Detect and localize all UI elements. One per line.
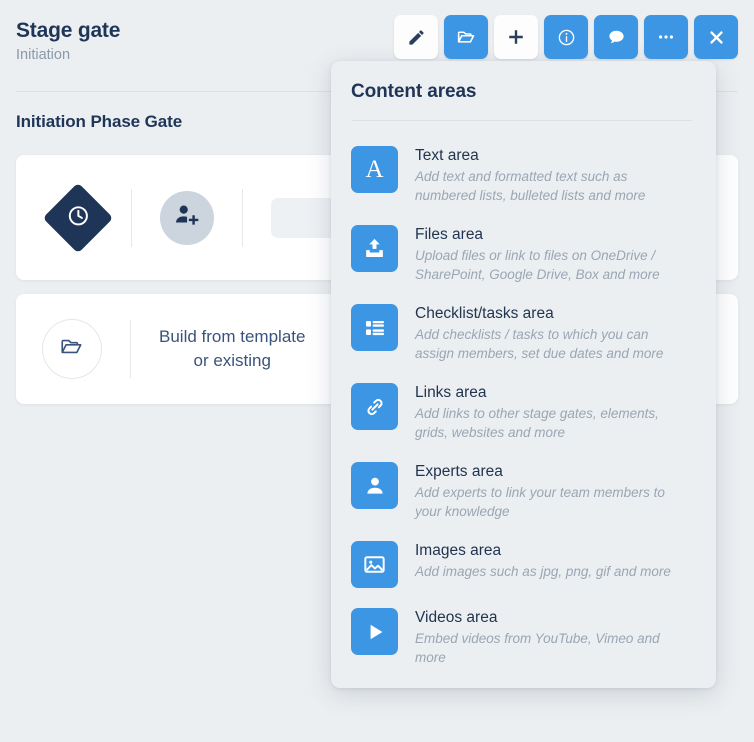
content-area-name: Checklist/tasks area (415, 305, 554, 322)
text-a-icon: A (351, 146, 398, 193)
build-label-line1: Build from template (159, 327, 306, 346)
stage-gate-status-badge[interactable] (42, 182, 114, 253)
comments-button[interactable] (594, 15, 638, 59)
pencil-icon (407, 28, 426, 47)
info-circle-icon (557, 28, 576, 47)
play-icon (351, 608, 398, 655)
content-area-text: Experts area Add experts to link your tea… (415, 460, 683, 521)
card-divider-1 (131, 188, 132, 247)
template-icon-wrapper (42, 319, 102, 379)
edit-button[interactable] (394, 15, 438, 59)
content-area-item[interactable]: Links area Add links to other stage gates… (349, 372, 698, 451)
content-area-description: Add text and formatted text such as numb… (415, 169, 646, 203)
content-area-item[interactable]: Checklist/tasks area Add checklists / tas… (349, 293, 698, 372)
content-area-name: Experts area (415, 463, 503, 480)
build-label-line2: or existing (193, 351, 271, 370)
content-area-item[interactable]: A Text area Add text and formatted text su… (349, 135, 698, 214)
checklist-icon (351, 304, 398, 351)
image-icon (351, 541, 398, 588)
open-button[interactable] (444, 15, 488, 59)
content-area-name: Videos area (415, 609, 498, 626)
close-button[interactable] (694, 15, 738, 59)
content-area-text: Links area Add links to other stage gates… (415, 381, 683, 442)
folder-open-outline-icon (59, 334, 85, 365)
section-title: Initiation Phase Gate (16, 112, 183, 131)
app-root: Stage gate Initiation Initiation Phase G… (0, 0, 754, 742)
card-divider-2 (242, 188, 243, 247)
clock-icon (66, 203, 91, 233)
content-area-item[interactable]: Files area Upload files or link to files … (349, 214, 698, 293)
panel-title: Content areas (351, 81, 477, 102)
add-person-icon (173, 201, 201, 234)
content-area-item[interactable]: Videos area Embed videos from YouTube, Vi… (349, 597, 698, 676)
content-area-description: Upload files or link to files on OneDriv… (415, 248, 660, 282)
content-area-description: Add images such as jpg, png, gif and mor… (415, 564, 671, 579)
link-chain-icon (351, 383, 398, 430)
more-button[interactable] (644, 15, 688, 59)
content-area-name: Files area (415, 226, 484, 243)
content-area-text: Text area Add text and formatted text suc… (415, 144, 683, 205)
content-area-text: Videos area Embed videos from YouTube, Vi… (415, 606, 683, 667)
ellipsis-icon (656, 27, 676, 47)
upload-icon (351, 225, 398, 272)
content-area-description: Add checklists / tasks to which you can … (415, 327, 664, 361)
assign-member-button[interactable] (160, 190, 214, 245)
folder-open-icon (456, 27, 477, 48)
content-area-name: Text area (415, 147, 479, 164)
info-button[interactable] (544, 15, 588, 59)
content-areas-panel: Content areas A Text area Add text and for… (331, 61, 716, 688)
panel-header: Content areas (331, 61, 716, 121)
add-button[interactable] (494, 15, 538, 59)
plus-icon (507, 28, 525, 46)
chat-bubble-icon (607, 28, 626, 47)
content-area-text: Images area Add images such as jpg, png, … (415, 539, 671, 581)
content-area-text: Files area Upload files or link to files … (415, 223, 683, 284)
toolbar (394, 15, 738, 59)
build-from-template-label: Build from template or existing (159, 325, 305, 373)
card-divider-3 (130, 320, 131, 378)
content-area-item[interactable]: Images area Add images such as jpg, png, … (349, 530, 698, 597)
content-area-item[interactable]: Experts area Add experts to link your tea… (349, 451, 698, 530)
content-area-name: Images area (415, 542, 502, 559)
content-area-text: Checklist/tasks area Add checklists / tas… (415, 302, 683, 363)
content-area-description: Add experts to link your team members to… (415, 485, 665, 519)
content-areas-list[interactable]: A Text area Add text and formatted text su… (331, 121, 716, 681)
content-area-description: Add links to other stage gates, elements… (415, 406, 659, 440)
person-icon (351, 462, 398, 509)
content-area-name: Links area (415, 384, 487, 401)
content-area-description: Embed videos from YouTube, Vimeo and mor… (415, 631, 660, 665)
close-x-icon (708, 29, 725, 46)
